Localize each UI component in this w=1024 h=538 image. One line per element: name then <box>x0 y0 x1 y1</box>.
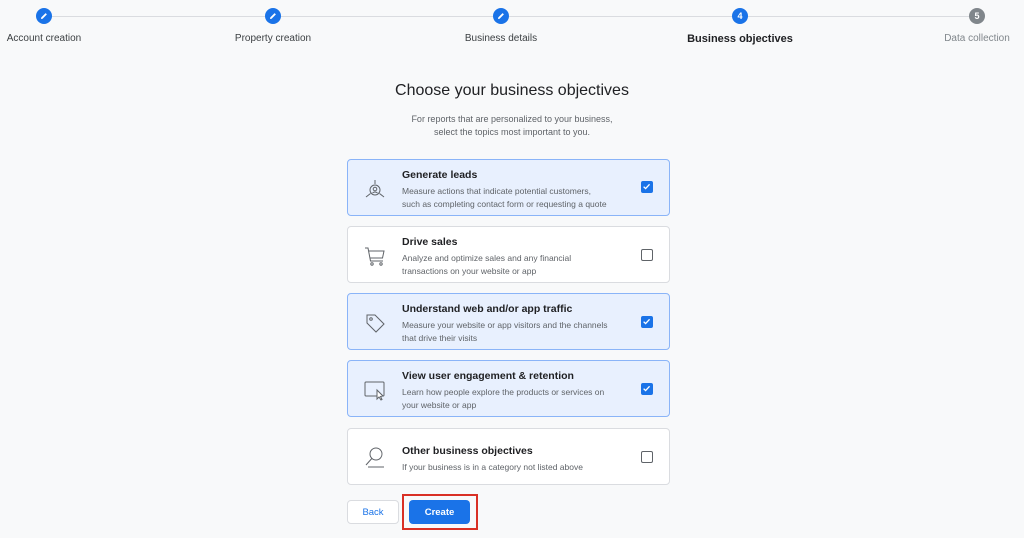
checkbox-unchecked[interactable] <box>641 249 653 261</box>
checkbox-checked[interactable] <box>641 316 653 328</box>
objective-card-generate-leads[interactable]: Generate leads Measure actions that indi… <box>347 159 670 216</box>
step-label: Business details <box>464 33 538 44</box>
card-text: View user engagement & retention Learn h… <box>402 370 637 412</box>
pencil-icon <box>36 8 52 24</box>
card-title: View user engagement & retention <box>402 370 574 382</box>
card-title: Other business objectives <box>402 445 533 457</box>
objective-card-drive-sales[interactable]: Drive sales Analyze and optimize sales a… <box>347 226 670 283</box>
step-label: Property creation <box>234 33 312 44</box>
step-account-creation[interactable]: Account creation <box>0 8 124 44</box>
desc-line: If your business is in a category not li… <box>402 462 583 472</box>
objective-card-engagement[interactable]: View user engagement & retention Learn h… <box>347 360 670 417</box>
card-title: Drive sales <box>402 236 458 248</box>
pencil-icon <box>493 8 509 24</box>
tag-icon <box>362 310 388 336</box>
card-description: If your business is in a category not li… <box>402 461 637 474</box>
page-title: Choose your business objectives <box>395 82 629 99</box>
card-description: Analyze and optimize sales and any finan… <box>402 252 637 278</box>
card-text: Generate leads Measure actions that indi… <box>402 169 637 211</box>
card-text: Understand web and/or app traffic Measur… <box>402 303 637 345</box>
pencil-icon <box>265 8 281 24</box>
desc-line: that drive their visits <box>402 333 478 343</box>
step-data-collection: 5 Data collection <box>897 8 1024 44</box>
desc-line: Learn how people explore the products or… <box>402 387 605 397</box>
step-label: Business objectives <box>687 33 793 45</box>
card-description: Learn how people explore the products or… <box>402 386 637 412</box>
card-text: Drive sales Analyze and optimize sales a… <box>402 236 637 278</box>
step-business-objectives: 4 Business objectives <box>660 8 820 45</box>
desc-line: such as completing contact form or reque… <box>402 199 607 209</box>
card-title: Generate leads <box>402 169 478 181</box>
step-business-details[interactable]: Business details <box>421 8 581 44</box>
subtitle-line: select the topics most important to you. <box>433 127 591 137</box>
magnifier-icon <box>362 444 388 470</box>
card-description: Measure actions that indicate potential … <box>402 185 637 211</box>
card-title: Understand web and/or app traffic <box>402 303 573 315</box>
progress-stepper: Account creation Property creation Busin… <box>0 0 1024 52</box>
back-button[interactable]: Back <box>347 500 399 524</box>
step-number-badge: 4 <box>732 8 748 24</box>
checkmark-icon <box>643 183 651 190</box>
step-label: Account creation <box>6 33 82 44</box>
page-subtitle: For reports that are personalized to you… <box>0 113 1024 139</box>
step-label: Data collection <box>944 33 1010 44</box>
checkmark-icon <box>643 385 651 392</box>
desc-line: Analyze and optimize sales and any finan… <box>402 253 572 263</box>
shopping-cart-icon <box>362 243 388 269</box>
objective-card-traffic[interactable]: Understand web and/or app traffic Measur… <box>347 293 670 350</box>
screen-cursor-icon <box>362 377 388 403</box>
checkbox-checked[interactable] <box>641 383 653 395</box>
create-button[interactable]: Create <box>409 500 470 524</box>
card-description: Measure your website or app visitors and… <box>402 319 637 345</box>
checkbox-checked[interactable] <box>641 181 653 193</box>
desc-line: transactions on your website or app <box>402 266 537 276</box>
card-text: Other business objectives If your busine… <box>402 445 637 474</box>
step-number-badge: 5 <box>969 8 985 24</box>
desc-line: Measure actions that indicate potential … <box>402 186 591 196</box>
checkbox-unchecked[interactable] <box>641 451 653 463</box>
objective-card-other[interactable]: Other business objectives If your busine… <box>347 428 670 485</box>
leads-target-icon <box>362 176 388 202</box>
step-property-creation[interactable]: Property creation <box>193 8 353 44</box>
subtitle-line: For reports that are personalized to you… <box>411 114 613 124</box>
desc-line: your website or app <box>402 400 477 410</box>
checkmark-icon <box>643 318 651 325</box>
desc-line: Measure your website or app visitors and… <box>402 320 608 330</box>
